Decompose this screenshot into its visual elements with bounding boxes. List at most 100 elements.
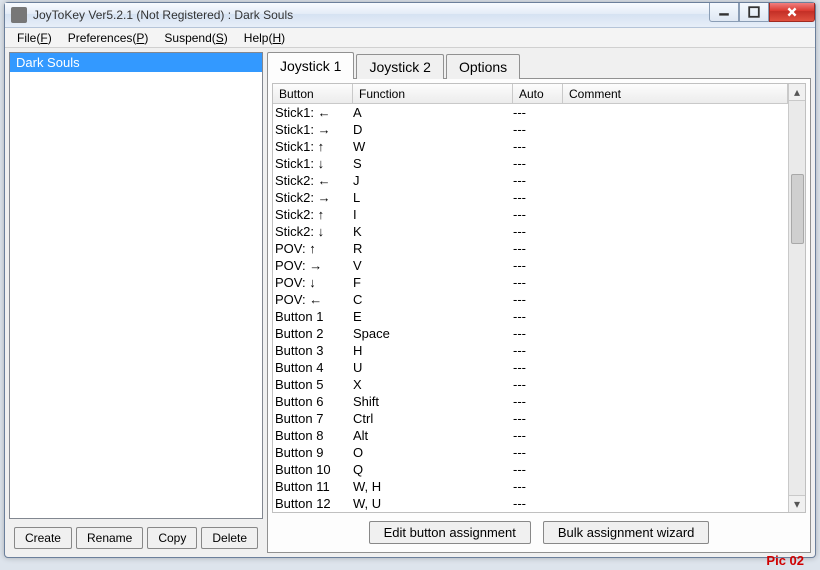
- table-row[interactable]: POV: ↑R---: [273, 240, 788, 257]
- cell-button: Stick2: ↓: [273, 224, 353, 239]
- scroll-up-arrow-icon[interactable]: ▴: [789, 84, 805, 101]
- table-row[interactable]: Button 1E---: [273, 308, 788, 325]
- table-row[interactable]: Button 12W, U---: [273, 495, 788, 512]
- cell-function: D: [353, 122, 513, 137]
- col-header-button[interactable]: Button: [273, 84, 353, 103]
- profile-item[interactable]: Dark Souls: [10, 53, 262, 72]
- table-row[interactable]: Button 5X---: [273, 376, 788, 393]
- right-pane: Joystick 1 Joystick 2 Options Button Fun…: [267, 52, 811, 553]
- cell-auto: ---: [513, 309, 563, 324]
- table-row[interactable]: Button 3H---: [273, 342, 788, 359]
- table-row[interactable]: POV: →V---: [273, 257, 788, 274]
- table-row[interactable]: Button 8Alt---: [273, 427, 788, 444]
- cell-auto: ---: [513, 122, 563, 137]
- table-row[interactable]: POV: ←C---: [273, 291, 788, 308]
- tab-options[interactable]: Options: [446, 54, 520, 79]
- menu-file[interactable]: File(F): [9, 29, 60, 47]
- cell-auto: ---: [513, 445, 563, 460]
- vertical-scrollbar[interactable]: ▴ ▾: [788, 84, 805, 512]
- tab-row: Joystick 1 Joystick 2 Options: [267, 52, 811, 78]
- table-row[interactable]: Button 7Ctrl---: [273, 410, 788, 427]
- close-button[interactable]: [769, 3, 815, 22]
- table-row[interactable]: Button 11W, H---: [273, 478, 788, 495]
- table-row[interactable]: Stick2: →L---: [273, 189, 788, 206]
- cell-button: Stick2: ←: [273, 173, 353, 188]
- cell-auto: ---: [513, 496, 563, 511]
- cell-auto: ---: [513, 428, 563, 443]
- menu-preferences[interactable]: Preferences(P): [60, 29, 157, 47]
- rename-button[interactable]: Rename: [76, 527, 143, 549]
- col-header-function[interactable]: Function: [353, 84, 513, 103]
- copy-button[interactable]: Copy: [147, 527, 197, 549]
- menu-help[interactable]: Help(H): [236, 29, 293, 47]
- scroll-thumb[interactable]: [791, 174, 804, 244]
- tab-joystick-2[interactable]: Joystick 2: [356, 54, 443, 79]
- cell-button: Button 6: [273, 394, 353, 409]
- cell-button: POV: ←: [273, 292, 353, 307]
- delete-button[interactable]: Delete: [201, 527, 258, 549]
- cell-auto: ---: [513, 224, 563, 239]
- scroll-down-arrow-icon[interactable]: ▾: [789, 495, 805, 512]
- cell-function: I: [353, 207, 513, 222]
- tab-joystick-1[interactable]: Joystick 1: [267, 52, 354, 79]
- table-row[interactable]: Stick1: →D---: [273, 121, 788, 138]
- cell-button: POV: ↑: [273, 241, 353, 256]
- menu-suspend-label: Suspend(: [164, 31, 215, 45]
- minimize-button[interactable]: [709, 3, 739, 22]
- cell-auto: ---: [513, 343, 563, 358]
- profile-list[interactable]: Dark Souls: [9, 52, 263, 519]
- table-row[interactable]: Stick1: ↑W---: [273, 138, 788, 155]
- col-header-auto[interactable]: Auto: [513, 84, 563, 103]
- cell-button: Stick1: →: [273, 122, 353, 137]
- cell-function: U: [353, 360, 513, 375]
- cell-function: H: [353, 343, 513, 358]
- cell-function: Ctrl: [353, 411, 513, 426]
- table-row[interactable]: Stick2: ←J---: [273, 172, 788, 189]
- cell-button: Button 10: [273, 462, 353, 477]
- cell-function: K: [353, 224, 513, 239]
- table-row[interactable]: Stick2: ↑I---: [273, 206, 788, 223]
- left-pane: Dark Souls Create Rename Copy Delete: [9, 52, 263, 553]
- cell-auto: ---: [513, 394, 563, 409]
- menubar: File(F) Preferences(P) Suspend(S) Help(H…: [5, 28, 815, 48]
- cell-function: F: [353, 275, 513, 290]
- edit-assignment-button[interactable]: Edit button assignment: [369, 521, 531, 544]
- menu-suspend[interactable]: Suspend(S): [156, 29, 235, 47]
- assignment-list-area: Button Function Auto Comment Stick1: ←A-…: [272, 83, 806, 513]
- cell-function: R: [353, 241, 513, 256]
- table-row[interactable]: Stick1: ←A---: [273, 104, 788, 121]
- table-row[interactable]: Button 2Space---: [273, 325, 788, 342]
- cell-button: Stick1: ↑: [273, 139, 353, 154]
- cell-auto: ---: [513, 411, 563, 426]
- cell-function: E: [353, 309, 513, 324]
- table-row[interactable]: Button 6Shift---: [273, 393, 788, 410]
- bulk-wizard-button[interactable]: Bulk assignment wizard: [543, 521, 710, 544]
- cell-button: POV: →: [273, 258, 353, 273]
- cell-function: X: [353, 377, 513, 392]
- cell-function: W, U: [353, 496, 513, 511]
- assignment-listview[interactable]: Button Function Auto Comment Stick1: ←A-…: [273, 84, 788, 512]
- listview-header: Button Function Auto Comment: [273, 84, 788, 104]
- table-row[interactable]: Stick2: ↓K---: [273, 223, 788, 240]
- table-row[interactable]: Stick1: ↓S---: [273, 155, 788, 172]
- cell-button: Stick1: ↓: [273, 156, 353, 171]
- cell-button: Button 9: [273, 445, 353, 460]
- maximize-button[interactable]: [739, 3, 769, 22]
- table-row[interactable]: Button 4U---: [273, 359, 788, 376]
- menu-file-label: File(: [17, 31, 40, 45]
- cell-function: Q: [353, 462, 513, 477]
- menu-help-label: Help(: [244, 31, 273, 45]
- col-header-comment[interactable]: Comment: [563, 84, 788, 103]
- app-window: JoyToKey Ver5.2.1 (Not Registered) : Dar…: [4, 2, 816, 558]
- titlebar[interactable]: JoyToKey Ver5.2.1 (Not Registered) : Dar…: [5, 3, 815, 28]
- cell-button: POV: ↓: [273, 275, 353, 290]
- profile-button-row: Create Rename Copy Delete: [9, 525, 263, 553]
- table-row[interactable]: Button 10Q---: [273, 461, 788, 478]
- table-row[interactable]: Button 9O---: [273, 444, 788, 461]
- cell-function: Shift: [353, 394, 513, 409]
- cell-button: Button 1: [273, 309, 353, 324]
- create-button[interactable]: Create: [14, 527, 72, 549]
- cell-auto: ---: [513, 173, 563, 188]
- table-row[interactable]: POV: ↓F---: [273, 274, 788, 291]
- cell-function: L: [353, 190, 513, 205]
